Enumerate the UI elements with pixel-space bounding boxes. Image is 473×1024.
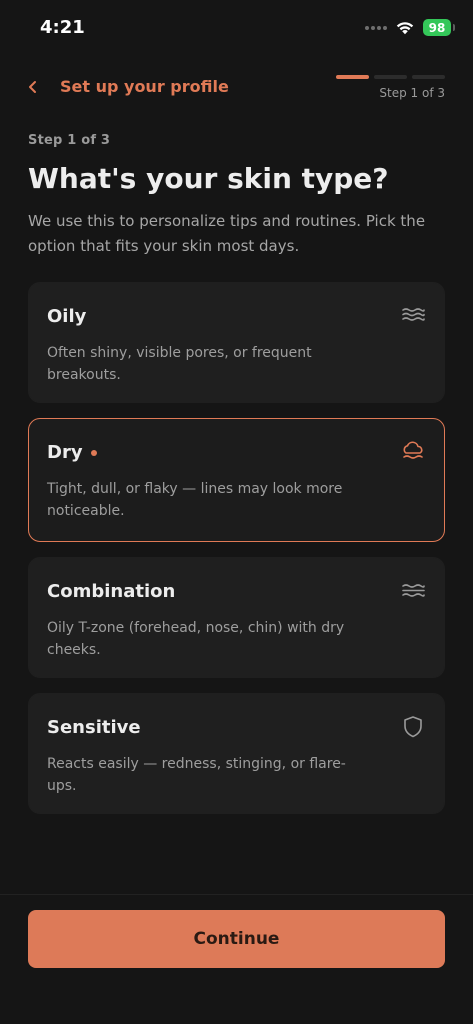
option-title-text: Combination: [47, 581, 176, 602]
cellular-signal-icon: [365, 25, 387, 30]
option-title: Combination: [47, 581, 175, 602]
step-progress: [336, 75, 445, 79]
option-card-combination[interactable]: Combination Oily T-zone (forehead, nose,…: [28, 557, 445, 678]
footer-divider: [0, 894, 473, 895]
option-card-dry[interactable]: Dry Tight, dull, or flaky — lines may lo…: [28, 418, 445, 542]
status-bar: 4:21 98: [0, 0, 473, 56]
shield-icon: [404, 716, 422, 738]
header: Set up your profile Step 1 of 3: [0, 66, 473, 110]
wifi-icon: [396, 22, 414, 35]
selected-dot-icon: [90, 449, 97, 456]
page-subtitle: We use this to personalize tips and rout…: [28, 212, 426, 255]
page-title: What's your skin type?: [28, 162, 389, 195]
option-title-text: Sensitive: [47, 717, 141, 738]
continue-button[interactable]: Continue: [28, 910, 445, 968]
option-title-text: Dry: [47, 442, 83, 463]
progress-segment-3: [412, 75, 445, 79]
screen: 4:21 98 Set up your profile Step 1 of 3 …: [0, 0, 473, 1024]
option-title: Oily: [47, 306, 86, 327]
cloud-drop-icon: [403, 441, 423, 459]
option-description: Reacts easily — redness, stinging, or fl…: [47, 756, 346, 794]
chevron-left-icon: [29, 81, 36, 93]
battery-indicator: 98: [423, 19, 455, 36]
option-card-oily[interactable]: Oily Often shiny, visible pores, or freq…: [28, 282, 445, 403]
option-card-sensitive[interactable]: Sensitive Reacts easily — redness, sting…: [28, 693, 445, 814]
option-title-text: Oily: [47, 306, 87, 327]
option-description: Oily T-zone (forehead, nose, chin) with …: [47, 620, 345, 658]
step-eyebrow: Step 1 of 3: [28, 133, 111, 148]
back-button[interactable]: [20, 74, 46, 100]
layers-icon: [402, 584, 425, 597]
option-description: Tight, dull, or flaky — lines may look m…: [47, 481, 343, 519]
status-icons: 98: [365, 19, 455, 36]
option-title: Dry: [47, 442, 97, 463]
option-description: Often shiny, visible pores, or frequent …: [47, 345, 312, 383]
waves-icon: [402, 308, 425, 321]
progress-segment-2: [374, 75, 407, 79]
progress-label: Step 1 of 3: [379, 86, 445, 100]
status-time: 4:21: [40, 17, 85, 38]
progress-segment-1: [336, 75, 369, 79]
option-title: Sensitive: [47, 717, 141, 738]
battery-level: 98: [428, 20, 446, 35]
header-title: Set up your profile: [60, 77, 229, 96]
